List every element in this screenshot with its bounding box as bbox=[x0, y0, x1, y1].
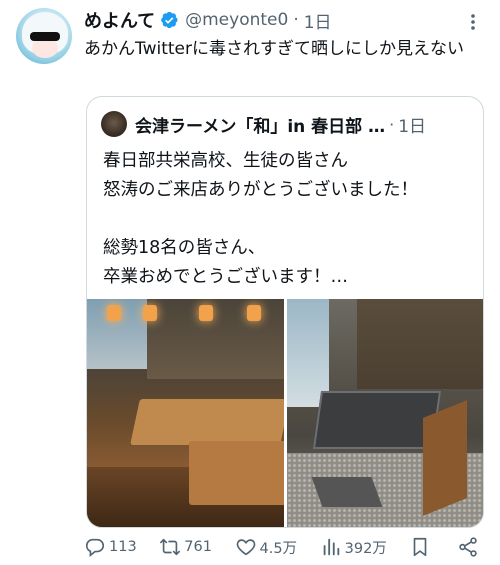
share-icon bbox=[459, 537, 477, 557]
photo-lamp bbox=[107, 305, 121, 321]
quote-display-name: 会津ラーメン「和」in 春日部 … bbox=[135, 116, 386, 137]
photo-wall bbox=[147, 299, 284, 379]
photo-lamp bbox=[143, 305, 157, 321]
avatar-glasses bbox=[30, 32, 60, 41]
bookmark-icon bbox=[414, 537, 427, 557]
like-button[interactable]: 4.5万 bbox=[235, 536, 298, 558]
views-icon bbox=[323, 538, 339, 556]
reply-count: 113 bbox=[109, 539, 137, 555]
reply-button[interactable]: 113 bbox=[84, 536, 137, 558]
quote-separator-dot: · bbox=[389, 114, 395, 134]
retweet-icon bbox=[160, 538, 181, 556]
quote-header: 会津ラーメン「和」in 春日部 … · 1日 bbox=[101, 111, 471, 137]
photo-wall bbox=[357, 299, 483, 389]
quote-text: 春日部共栄高校、生徒の皆さん 怒涛のご来店ありがとうございました！ 総勢18名の… bbox=[103, 151, 418, 287]
timestamp[interactable]: 1日 bbox=[304, 8, 332, 33]
bookmark-button[interactable] bbox=[409, 536, 434, 558]
quote-photo-2[interactable] bbox=[287, 299, 483, 527]
reply-icon bbox=[85, 538, 105, 557]
avatar-face bbox=[32, 38, 58, 58]
quote-photo-1[interactable] bbox=[87, 299, 284, 527]
display-name[interactable]: めよんて bbox=[84, 7, 155, 33]
quote-avatar bbox=[101, 111, 127, 137]
like-count: 4.5万 bbox=[259, 540, 298, 557]
photo-mat bbox=[311, 477, 383, 507]
verified-icon bbox=[161, 11, 178, 29]
action-bar: 113 761 4.5万 392万 bbox=[84, 532, 482, 562]
photo-table bbox=[130, 399, 284, 445]
handle[interactable]: @meyonte0 bbox=[185, 10, 288, 30]
quote-timestamp: 1日 bbox=[398, 116, 427, 137]
more-icon[interactable] bbox=[462, 12, 484, 32]
share-button[interactable] bbox=[457, 536, 482, 558]
retweet-button[interactable]: 761 bbox=[159, 536, 212, 558]
photo-table bbox=[189, 441, 284, 505]
like-icon bbox=[236, 539, 255, 556]
quoted-tweet[interactable]: 会津ラーメン「和」in 春日部 … · 1日 春日部共栄高校、生徒の皆さん 怒涛… bbox=[86, 96, 484, 528]
views-button[interactable]: 392万 bbox=[320, 536, 387, 558]
tweet-header: めよんて @meyonte0 · 1日 bbox=[84, 7, 484, 33]
photo-table bbox=[312, 391, 442, 449]
tweet-text: あかんTwitterに毒されすぎて晒しにしか見えない bbox=[84, 39, 464, 59]
separator-dot: · bbox=[293, 10, 299, 30]
views-count: 392万 bbox=[344, 540, 387, 557]
photo-lamp bbox=[199, 305, 213, 321]
photo-bench bbox=[423, 400, 467, 516]
retweet-count: 761 bbox=[184, 539, 212, 555]
avatar[interactable] bbox=[16, 8, 72, 64]
photo-lamp bbox=[247, 305, 261, 321]
